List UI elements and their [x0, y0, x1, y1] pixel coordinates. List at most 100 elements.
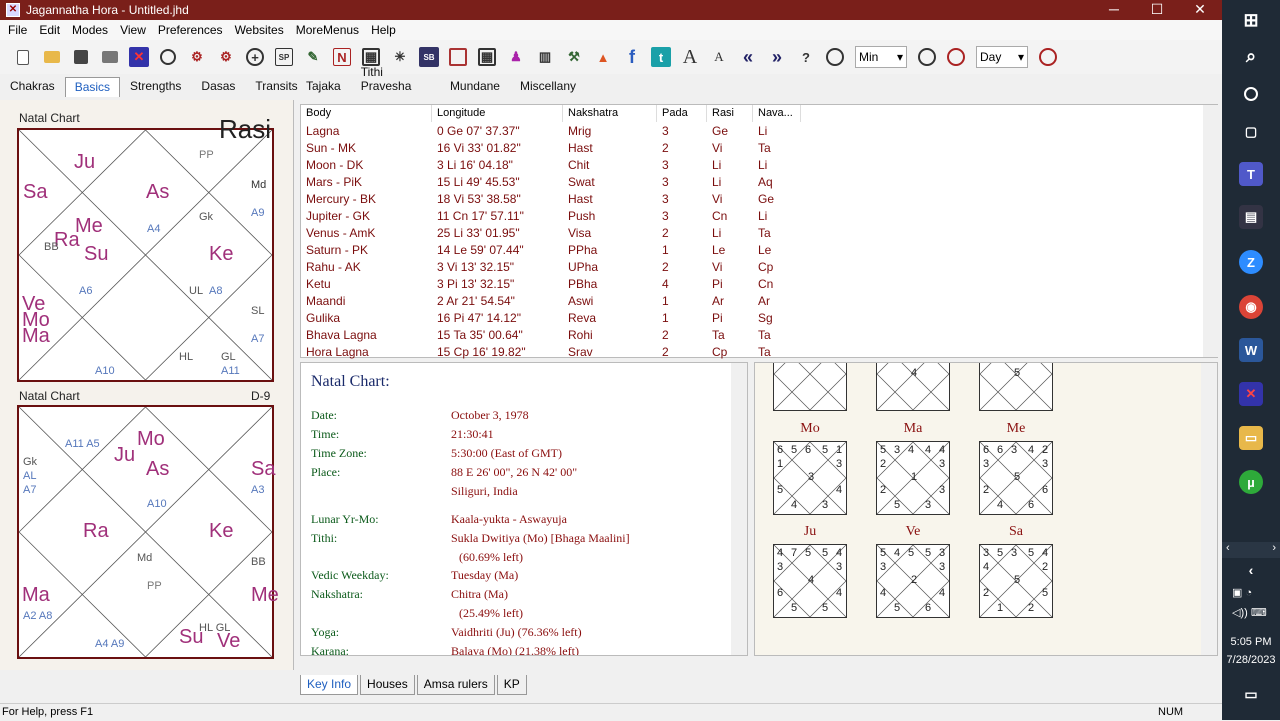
- settings-icon[interactable]: ⚙: [184, 44, 210, 70]
- menu-help[interactable]: Help: [365, 23, 402, 37]
- data-search-icon[interactable]: [155, 44, 181, 70]
- tab-amsa-rulers[interactable]: Amsa rulers: [416, 675, 495, 695]
- varga-chart-me[interactable]: 663423352646: [979, 441, 1053, 515]
- varga-chart-top[interactable]: 24563534: [876, 363, 950, 411]
- facebook-icon[interactable]: f: [619, 44, 645, 70]
- table-row[interactable]: Maandi 2 Ar 21' 54.54" Aswi 1 Ar Ar: [301, 293, 801, 310]
- sphere-icon[interactable]: SP: [271, 44, 297, 70]
- tray-chevron-icon[interactable]: ‹: [1239, 558, 1263, 582]
- tools-icon[interactable]: ⚒: [561, 44, 587, 70]
- frame-icon[interactable]: [445, 44, 471, 70]
- taskbar-date[interactable]: 7/28/2023: [1222, 654, 1280, 666]
- table-row[interactable]: Sun - MK 16 Vi 33' 01.82" Hast 2 Vi Ta: [301, 140, 801, 157]
- tray-scroller[interactable]: ‹ ›: [1222, 542, 1280, 558]
- zoom-icon[interactable]: Z: [1239, 250, 1263, 274]
- key-info-scrollbar[interactable]: [731, 363, 747, 655]
- tab-strengths[interactable]: Strengths: [120, 76, 191, 97]
- windows-start-icon[interactable]: ⊞: [1239, 8, 1263, 32]
- torrent-icon[interactable]: µ: [1239, 470, 1263, 494]
- rasi-chart[interactable]: Rasi Ju As Sa Me Ra Su Ke Ve Mo Ma PP Md…: [17, 116, 274, 382]
- table-row[interactable]: Lagna 0 Ge 07' 37.37" Mrig 3 Ge Li: [301, 123, 801, 140]
- file-explorer-icon[interactable]: ▭: [1239, 426, 1263, 450]
- pen-icon[interactable]: ✎: [300, 44, 326, 70]
- chrome-icon[interactable]: ◉: [1239, 295, 1263, 319]
- app-icon[interactable]: ▤: [1239, 205, 1263, 229]
- notification-icon[interactable]: ▭: [1239, 682, 1263, 706]
- table-row[interactable]: Rahu - AK 3 Vi 13' 32.15" UPha 2 Vi Cp: [301, 259, 801, 276]
- clock-next-icon[interactable]: [1035, 44, 1061, 70]
- clock-icon[interactable]: [822, 44, 848, 70]
- table-row[interactable]: Venus - AmK 25 Li 33' 01.95" Visa 2 Li Ta: [301, 225, 801, 242]
- table-icon[interactable]: ▦: [474, 44, 500, 70]
- new-file-icon[interactable]: [10, 44, 36, 70]
- table-row[interactable]: Saturn - PK 14 Le 59' 07.44" PPha 1 Le Le: [301, 242, 801, 259]
- column-header[interactable]: Nakshatra: [563, 105, 657, 122]
- minimize-button[interactable]: ─: [1092, 0, 1136, 20]
- varga-chart-ve[interactable]: 545533324456: [876, 544, 950, 618]
- table-scrollbar[interactable]: [1203, 105, 1219, 357]
- task-view-icon[interactable]: ▢: [1239, 120, 1263, 144]
- table-row[interactable]: Mars - PiK 15 Li 49' 45.53" Swat 3 Li Aq: [301, 174, 801, 191]
- print-icon[interactable]: [97, 44, 123, 70]
- day-select[interactable]: Day ▾: [976, 46, 1028, 68]
- tab-tajaka[interactable]: Tajaka: [296, 76, 351, 97]
- varga-chart-top[interactable]: 46232535: [979, 363, 1053, 411]
- varga-chart-ma[interactable]: 534442312353: [876, 441, 950, 515]
- chart-icon[interactable]: ✕: [126, 44, 152, 70]
- book-icon[interactable]: ▥: [532, 44, 558, 70]
- table-row[interactable]: Gulika 16 Pi 47' 14.12" Reva 1 Pi Sg: [301, 310, 801, 327]
- save-icon[interactable]: [68, 44, 94, 70]
- table-row[interactable]: Ketu 3 Pi 13' 32.15" PBha 4 Pi Cn: [301, 276, 801, 293]
- forward-icon[interactable]: »: [764, 44, 790, 70]
- back-icon[interactable]: «: [735, 44, 761, 70]
- column-header[interactable]: Rasi: [707, 105, 753, 122]
- menu-file[interactable]: File: [2, 23, 33, 37]
- cortana-icon[interactable]: [1239, 82, 1263, 106]
- tab-chakras[interactable]: Chakras: [0, 76, 65, 97]
- font-larger-icon[interactable]: A: [677, 44, 703, 70]
- tab-basics[interactable]: Basics: [64, 77, 121, 97]
- tray-icons[interactable]: ▣ ◔: [1232, 586, 1252, 599]
- key-info-hscrollbar[interactable]: [300, 656, 748, 672]
- people-icon[interactable]: ♟: [503, 44, 529, 70]
- tab-miscellany[interactable]: Miscellany: [510, 76, 586, 97]
- table-row[interactable]: Hora Lagna 15 Cp 16' 19.82" Srav 2 Cp Ta: [301, 344, 801, 361]
- varga-chart-sa[interactable]: 353544252512: [979, 544, 1053, 618]
- jagannatha-hora-icon[interactable]: ✕: [1239, 382, 1263, 406]
- font-smaller-icon[interactable]: A: [706, 44, 732, 70]
- clock-forward-icon[interactable]: [914, 44, 940, 70]
- twitter-icon[interactable]: t: [648, 44, 674, 70]
- table-row[interactable]: Jupiter - GK 11 Cn 17' 57.11" Push 3 Cn Li: [301, 208, 801, 225]
- table-row[interactable]: Moon - DK 3 Li 16' 04.18" Chit 3 Li Li: [301, 157, 801, 174]
- menu-moremenus[interactable]: MoreMenus: [290, 23, 365, 37]
- help-icon[interactable]: ?: [793, 44, 819, 70]
- tab-mundane[interactable]: Mundane: [440, 76, 510, 97]
- menu-edit[interactable]: Edit: [33, 23, 66, 37]
- clock-back-icon[interactable]: [943, 44, 969, 70]
- fire-icon[interactable]: ▲: [590, 44, 616, 70]
- tab-houses[interactable]: Houses: [360, 675, 415, 695]
- menu-modes[interactable]: Modes: [66, 23, 114, 37]
- tab-dasas[interactable]: Dasas: [191, 76, 245, 97]
- varga-chart-top[interactable]: 20292025263225: [773, 363, 848, 411]
- settings2-icon[interactable]: ⚙: [213, 44, 239, 70]
- open-folder-icon[interactable]: [39, 44, 65, 70]
- varga-hscrollbar[interactable]: [754, 656, 1202, 672]
- chevron-right-icon[interactable]: ›: [1272, 542, 1276, 558]
- column-header[interactable]: Nava...: [753, 105, 801, 122]
- varga-scrollbar[interactable]: [1201, 363, 1217, 655]
- volume-icon[interactable]: ◁)) ⌨: [1232, 606, 1267, 619]
- min-select[interactable]: Min ▾: [855, 46, 907, 68]
- menu-websites[interactable]: Websites: [229, 23, 290, 37]
- chevron-left-icon[interactable]: ‹: [1226, 542, 1230, 558]
- varga-chart-mo[interactable]: 656511335443: [773, 441, 847, 515]
- column-header[interactable]: Body: [301, 105, 432, 122]
- table-row[interactable]: Mercury - BK 18 Vi 53' 38.58" Hast 3 Vi Ge: [301, 191, 801, 208]
- tab-key-info[interactable]: Key Info: [300, 675, 359, 695]
- tab-kp[interactable]: KP: [496, 675, 527, 695]
- word-icon[interactable]: W: [1239, 338, 1263, 362]
- column-header[interactable]: Longitude: [432, 105, 563, 122]
- search-icon[interactable]: ⌕: [1239, 44, 1263, 68]
- close-button[interactable]: ✕: [1178, 0, 1222, 20]
- maximize-button[interactable]: ☐: [1135, 0, 1179, 20]
